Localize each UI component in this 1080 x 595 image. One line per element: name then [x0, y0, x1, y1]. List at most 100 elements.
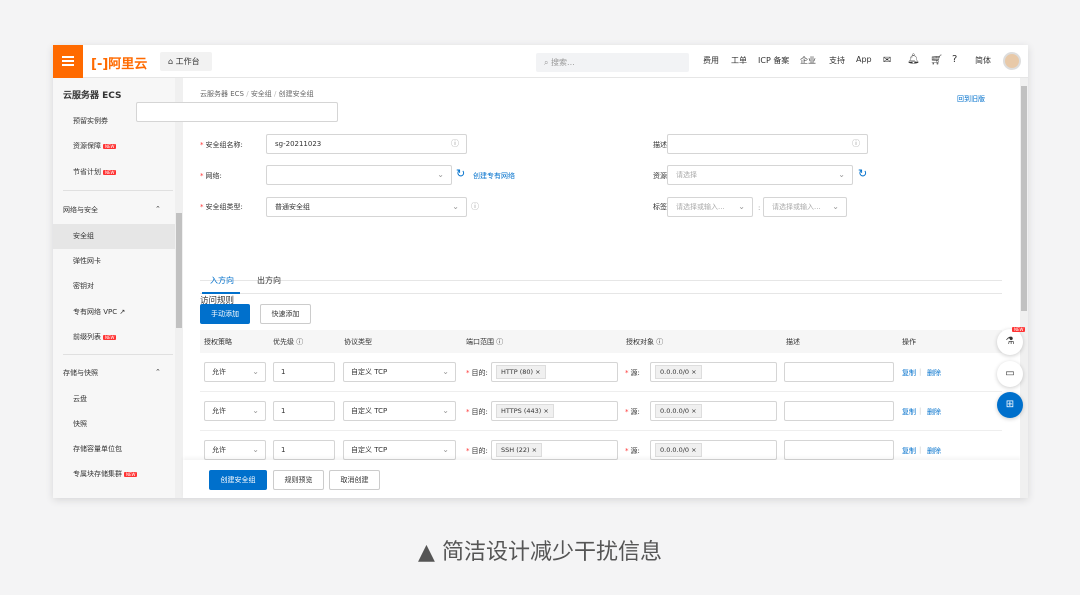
delete-link[interactable]: 删除 — [927, 446, 941, 456]
sidebar-item-keypair[interactable]: 密钥对 — [53, 281, 175, 291]
sg-type-select[interactable]: 普通安全组 ⌄ — [266, 197, 467, 217]
sidebar-item-vpc[interactable]: 专有网络 VPC ↗ — [53, 307, 175, 317]
resource-group-select[interactable]: 请选择 ⌄ — [667, 165, 853, 185]
chat-icon[interactable]: ▭ — [997, 361, 1023, 387]
description-input[interactable]: ⓘ — [667, 134, 868, 154]
nav-tickets[interactable]: 工单 — [731, 55, 747, 66]
avatar[interactable] — [1003, 52, 1021, 70]
main-scrollbar[interactable] — [1020, 78, 1028, 498]
rule-preview-button[interactable]: 规则预览 — [273, 470, 324, 490]
sidebar-group-network[interactable]: 网络与安全 ⌃ — [53, 205, 175, 215]
tab-outbound[interactable]: 出方向 — [257, 275, 281, 286]
dest-label: * 目的: — [466, 369, 488, 377]
sidebar-scrollbar[interactable] — [175, 78, 183, 498]
back-to-old-link[interactable]: 回到旧版 — [957, 94, 985, 104]
port-range-input[interactable]: HTTPS (443) × — [491, 401, 618, 421]
scroll-thumb[interactable] — [176, 213, 182, 328]
bell-icon[interactable]: 🔔︎ — [907, 54, 920, 65]
port-tag[interactable]: HTTPS (443) × — [496, 404, 554, 418]
tag-value-select[interactable]: 请选择或输入... ⌄ — [763, 197, 847, 217]
apps-icon[interactable]: ⊞ — [997, 392, 1023, 418]
network-select[interactable]: ⌄ — [266, 165, 452, 185]
protocol-select[interactable]: 自定义 TCP ⌄ — [343, 440, 456, 460]
delete-link[interactable]: 删除 — [927, 407, 941, 417]
aliyun-logo[interactable]: [-]阿里云 — [91, 53, 147, 72]
nav-app[interactable]: App — [856, 55, 872, 64]
description-input[interactable] — [784, 401, 894, 421]
manual-add-button[interactable]: 手动添加 — [200, 304, 250, 324]
sidebar-group-label: 存储与快照 — [63, 369, 98, 377]
chevron-down-icon: ⌄ — [838, 170, 845, 179]
cart-icon[interactable]: 🛒︎ — [930, 55, 943, 66]
sidebar-item-dedicated[interactable]: 专属块存储集群 NEW — [53, 469, 175, 479]
workspace-label: 工作台 — [175, 57, 200, 66]
lab-icon[interactable]: ⚗ — [997, 329, 1023, 355]
port-range-input[interactable]: HTTP (80) × — [491, 362, 618, 382]
chevron-up-icon: ⌃ — [155, 205, 161, 213]
sidebar-item-guarantee[interactable]: 资源保障 NEW — [53, 141, 175, 151]
port-tag[interactable]: SSH (22) × — [496, 443, 543, 457]
name-field[interactable] — [136, 102, 338, 122]
copy-link[interactable]: 复制 — [902, 407, 916, 417]
crumb-sep: / — [246, 90, 249, 98]
refresh-icon[interactable]: ↻ — [456, 167, 465, 180]
nav-support[interactable]: 支持 — [829, 55, 845, 66]
source-tag[interactable]: 0.0.0.0/0 × — [655, 404, 702, 418]
sidebar-item-eni[interactable]: 弹性网卡 — [53, 256, 175, 266]
help-icon[interactable]: ? — [952, 54, 957, 65]
source-tag[interactable]: 0.0.0.0/0 × — [655, 443, 702, 457]
name-label: * 安全组名称: — [200, 141, 243, 149]
source-input[interactable]: 0.0.0.0/0 × — [650, 440, 777, 460]
sidebar-group-storage[interactable]: 存储与快照 ⌃ — [53, 368, 175, 378]
port-range-input[interactable]: SSH (22) × — [491, 440, 618, 460]
refresh-icon[interactable]: ↻ — [858, 167, 867, 180]
copy-link[interactable]: 复制 — [902, 446, 916, 456]
sidebar-item-prefix[interactable]: 前缀列表 NEW — [53, 332, 175, 342]
sidebar-item-savings[interactable]: 节省计划 NEW — [53, 167, 175, 177]
policy-select[interactable]: 允许 ⌄ — [204, 440, 266, 460]
scroll-thumb[interactable] — [1021, 86, 1027, 311]
sidebar-item-security-group[interactable]: 安全组 — [53, 224, 175, 249]
caption: ▲ 简洁设计减少干扰信息 — [418, 540, 662, 565]
nav-fees[interactable]: 费用 — [703, 55, 719, 66]
search-input[interactable]: ⌕ 搜索... — [536, 53, 689, 72]
description-input[interactable] — [784, 440, 894, 460]
delete-link[interactable]: 删除 — [927, 368, 941, 378]
policy-select[interactable]: 允许 ⌄ — [204, 401, 266, 421]
tab-inbound[interactable]: 入方向 — [210, 275, 234, 286]
crumb-ecs[interactable]: 云服务器 ECS — [200, 90, 244, 98]
source-input[interactable]: 0.0.0.0/0 × — [650, 362, 777, 382]
nav-enterprise[interactable]: 企业 — [800, 55, 816, 66]
sidebar-item-scu[interactable]: 存储容量单位包 — [53, 444, 175, 454]
create-vpc-link[interactable]: 创建专有网络 — [473, 171, 515, 181]
priority-input[interactable]: 1 — [273, 440, 335, 460]
port-tag[interactable]: HTTP (80) × — [496, 365, 546, 379]
sidebar-item-snapshot[interactable]: 快照 — [53, 419, 175, 429]
ops-separator: | — [919, 368, 922, 376]
sidebar-item-disk[interactable]: 云盘 — [53, 394, 175, 404]
quick-add-button[interactable]: 快速添加 — [260, 304, 311, 324]
source-tag[interactable]: 0.0.0.0/0 × — [655, 365, 702, 379]
lang-switch[interactable]: 简体 — [975, 55, 991, 66]
priority-input[interactable]: 1 — [273, 362, 335, 382]
create-sg-button[interactable]: 创建安全组 — [209, 470, 267, 490]
crumb-current: 创建安全组 — [278, 90, 314, 98]
message-icon[interactable]: ✉ — [883, 55, 891, 66]
workspace-button[interactable]: ⌂ 工作台 — [160, 52, 212, 71]
description-input[interactable] — [784, 362, 894, 382]
cancel-button[interactable]: 取消创建 — [329, 470, 380, 490]
priority-input[interactable]: 1 — [273, 401, 335, 421]
policy-select[interactable]: 允许 ⌄ — [204, 362, 266, 382]
copy-link[interactable]: 复制 — [902, 368, 916, 378]
nav-icp[interactable]: ICP 备案 — [758, 55, 789, 66]
tag-key-select[interactable]: 请选择或输入... ⌄ — [667, 197, 753, 217]
protocol-select[interactable]: 自定义 TCP ⌄ — [343, 362, 456, 382]
new-badge: NEW — [103, 169, 117, 175]
protocol-select[interactable]: 自定义 TCP ⌄ — [343, 401, 456, 421]
source-input[interactable]: 0.0.0.0/0 × — [650, 401, 777, 421]
menu-icon[interactable] — [53, 45, 83, 78]
crumb-sg[interactable]: 安全组 — [251, 90, 272, 98]
info-icon[interactable]: ⓘ — [471, 201, 479, 212]
sg-name-input[interactable]: sg-20211023 ⓘ — [266, 134, 467, 154]
tab-active-indicator — [202, 292, 240, 294]
